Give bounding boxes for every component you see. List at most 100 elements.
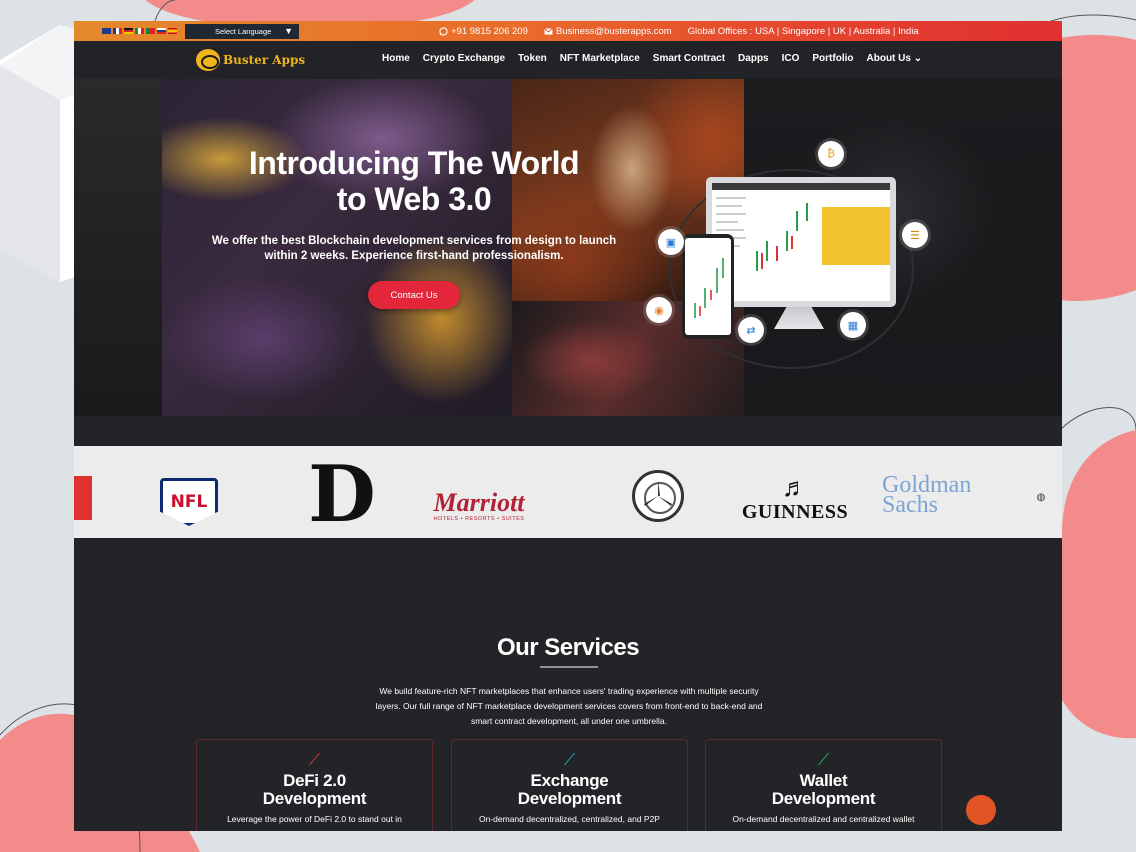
marriott-logo: Marriott HOTELS • RESORTS • SUITES	[429, 484, 529, 528]
brand-logo[interactable]: Buster Apps	[196, 49, 305, 71]
phone-chart-icon	[694, 258, 724, 318]
partial-logo-right: ◍	[1036, 491, 1046, 503]
flag-it-icon[interactable]	[135, 28, 144, 34]
nav-item-about-us-label: About Us	[866, 53, 911, 64]
chevron-down-icon: ⌄	[913, 53, 923, 64]
hero-title-line1: Introducing The World	[248, 145, 580, 181]
hero-subtitle-line2: within 2 weeks. Experience first-hand pr…	[264, 250, 564, 262]
bitcoin-bubble-icon: ₿	[818, 141, 844, 167]
goldman-sachs-logo: Goldman Sachs	[882, 473, 982, 518]
main-navigation: Buster Apps Home Crypto Exchange Token N…	[74, 41, 1062, 79]
partial-logo-left	[74, 476, 92, 520]
coins-bubble-icon: ◉	[646, 297, 672, 323]
nav-item-crypto-exchange[interactable]: Crypto Exchange	[423, 53, 505, 64]
marriott-logo-tagline: HOTELS • RESORTS • SUITES	[433, 516, 525, 522]
service-card-title-line1: Exchange	[530, 771, 609, 790]
nav-item-nft-marketplace[interactable]: NFT Marketplace	[560, 53, 640, 64]
nfl-logo: NFL	[160, 478, 218, 526]
mercedes-logo	[632, 470, 684, 522]
nav-item-ico[interactable]: ICO	[782, 53, 800, 64]
language-select[interactable]: Select Language ▼	[185, 23, 299, 39]
chart-up-icon: ⟋	[563, 752, 576, 769]
services-description-line2: layers. Our full range of NFT marketplac…	[375, 701, 763, 711]
service-card-title: Exchange Development	[452, 772, 687, 808]
nav-item-smart-contract[interactable]: Smart Contract	[653, 53, 725, 64]
language-select-label: Select Language	[215, 26, 272, 36]
nav-item-dapps[interactable]: Dapps	[738, 53, 769, 64]
chart-up-icon: ⟋	[817, 752, 830, 769]
service-card-defi[interactable]: ⟋ DeFi 2.0 Development Leverage the powe…	[196, 739, 433, 831]
marriott-logo-text: Marriott	[433, 488, 525, 517]
order-panel	[822, 207, 890, 265]
top-bar: Select Language ▼ +91 9815 206 209 Busin…	[74, 21, 1062, 41]
hero-background-panel	[74, 79, 162, 416]
services-description-line1: We build feature-rich NFT marketplaces t…	[379, 686, 759, 696]
email-link[interactable]: Business@busterapps.com	[544, 26, 672, 37]
service-card-wallet[interactable]: ⟋ Wallet Development On-demand decentral…	[705, 739, 942, 831]
chevron-down-icon: ▼	[284, 26, 293, 36]
nav-item-home[interactable]: Home	[382, 53, 410, 64]
receipt-bubble-icon: ☰	[902, 222, 928, 248]
flag-fr-icon[interactable]	[113, 28, 122, 34]
whatsapp-icon	[439, 26, 448, 36]
phone-screen	[685, 238, 731, 335]
disney-logo-text: D	[308, 449, 376, 540]
service-card-title-line1: DeFi 2.0	[283, 771, 346, 790]
nav-item-portfolio[interactable]: Portfolio	[812, 53, 853, 64]
coin-logo-icon	[196, 49, 220, 71]
nav-item-token[interactable]: Token	[518, 53, 547, 64]
service-card-title: DeFi 2.0 Development	[197, 772, 432, 808]
email-address: Business@busterapps.com	[555, 25, 672, 37]
nfl-logo-text: NFL	[170, 492, 208, 512]
harp-icon: ♬	[782, 471, 808, 502]
hero-title: Introducing The World to Web 3.0	[184, 145, 644, 217]
service-card-desc: On-demand decentralized and centralized …	[732, 814, 915, 824]
hero-section: Introducing The World to Web 3.0 We offe…	[74, 79, 1062, 416]
guinness-logo-text: GUINNESS	[741, 500, 849, 523]
services-heading: Our Services	[74, 634, 1062, 668]
flag-ru-icon[interactable]	[157, 28, 166, 34]
hero-subtitle-line1: We offer the best Blockchain development…	[211, 235, 617, 247]
contact-us-button[interactable]: Contact Us	[368, 281, 460, 309]
service-card-exchange[interactable]: ⟋ Exchange Development On-demand decentr…	[451, 739, 688, 831]
hero-subtitle: We offer the best Blockchain development…	[194, 234, 634, 264]
heading-underline	[540, 666, 598, 668]
services-heading-part2: Services	[544, 634, 640, 661]
disney-logo: D	[294, 449, 390, 540]
service-card-title-line2: Development	[262, 789, 367, 808]
goldman-logo-line2: Sachs	[882, 492, 938, 518]
chart-up-icon: ⟋	[308, 752, 321, 769]
flag-pt-icon[interactable]	[146, 28, 155, 34]
trading-phone-illustration	[682, 234, 734, 339]
calculator-bubble-icon: ▦	[840, 312, 866, 338]
client-logos-strip: NFL D Marriott HOTELS • RESORTS • SUITES…	[74, 446, 1062, 538]
service-card-desc: On-demand decentralized, centralized, an…	[479, 814, 660, 824]
flag-de-icon[interactable]	[124, 28, 133, 34]
services-section: Our Services We build feature-rich NFT m…	[74, 538, 1062, 831]
flag-es-icon[interactable]	[168, 28, 177, 34]
nav-menu: Home Crypto Exchange Token NFT Marketpla…	[382, 53, 922, 64]
services-heading-part1: Our	[496, 634, 539, 661]
nav-item-about-us[interactable]: About Us ⌄	[867, 53, 923, 64]
global-offices: Global Offices : USA | Singapore | UK | …	[687, 25, 919, 37]
flag-gb-icon[interactable]	[102, 28, 111, 34]
website-frame: Select Language ▼ +91 9815 206 209 Busin…	[74, 21, 1062, 831]
phone-number: +91 9815 206 209	[451, 25, 528, 37]
mercedes-star-icon	[644, 480, 672, 506]
service-card-desc: Leverage the power of DeFi 2.0 to stand …	[227, 814, 402, 824]
phone-link[interactable]: +91 9815 206 209	[439, 26, 528, 37]
hero-title-line2: to Web 3.0	[336, 181, 492, 217]
trading-monitor-illustration	[706, 177, 896, 307]
mail-icon	[544, 27, 553, 35]
language-flags	[102, 28, 177, 34]
wallet-bubble-icon: ▣	[658, 229, 684, 255]
service-card-title-line2: Development	[771, 789, 876, 808]
trading-screen	[712, 183, 890, 301]
services-description-line3: smart contract development, all under on…	[470, 716, 668, 726]
chat-widget-button[interactable]	[966, 795, 996, 825]
brand-name: Buster Apps	[223, 53, 306, 67]
contact-info: +91 9815 206 209 Business@busterapps.com…	[439, 26, 919, 37]
exchange-bubble-icon: ⇄	[738, 317, 764, 343]
service-card-title-line1: Wallet	[799, 771, 848, 790]
services-description: We build feature-rich NFT marketplaces t…	[354, 684, 784, 729]
